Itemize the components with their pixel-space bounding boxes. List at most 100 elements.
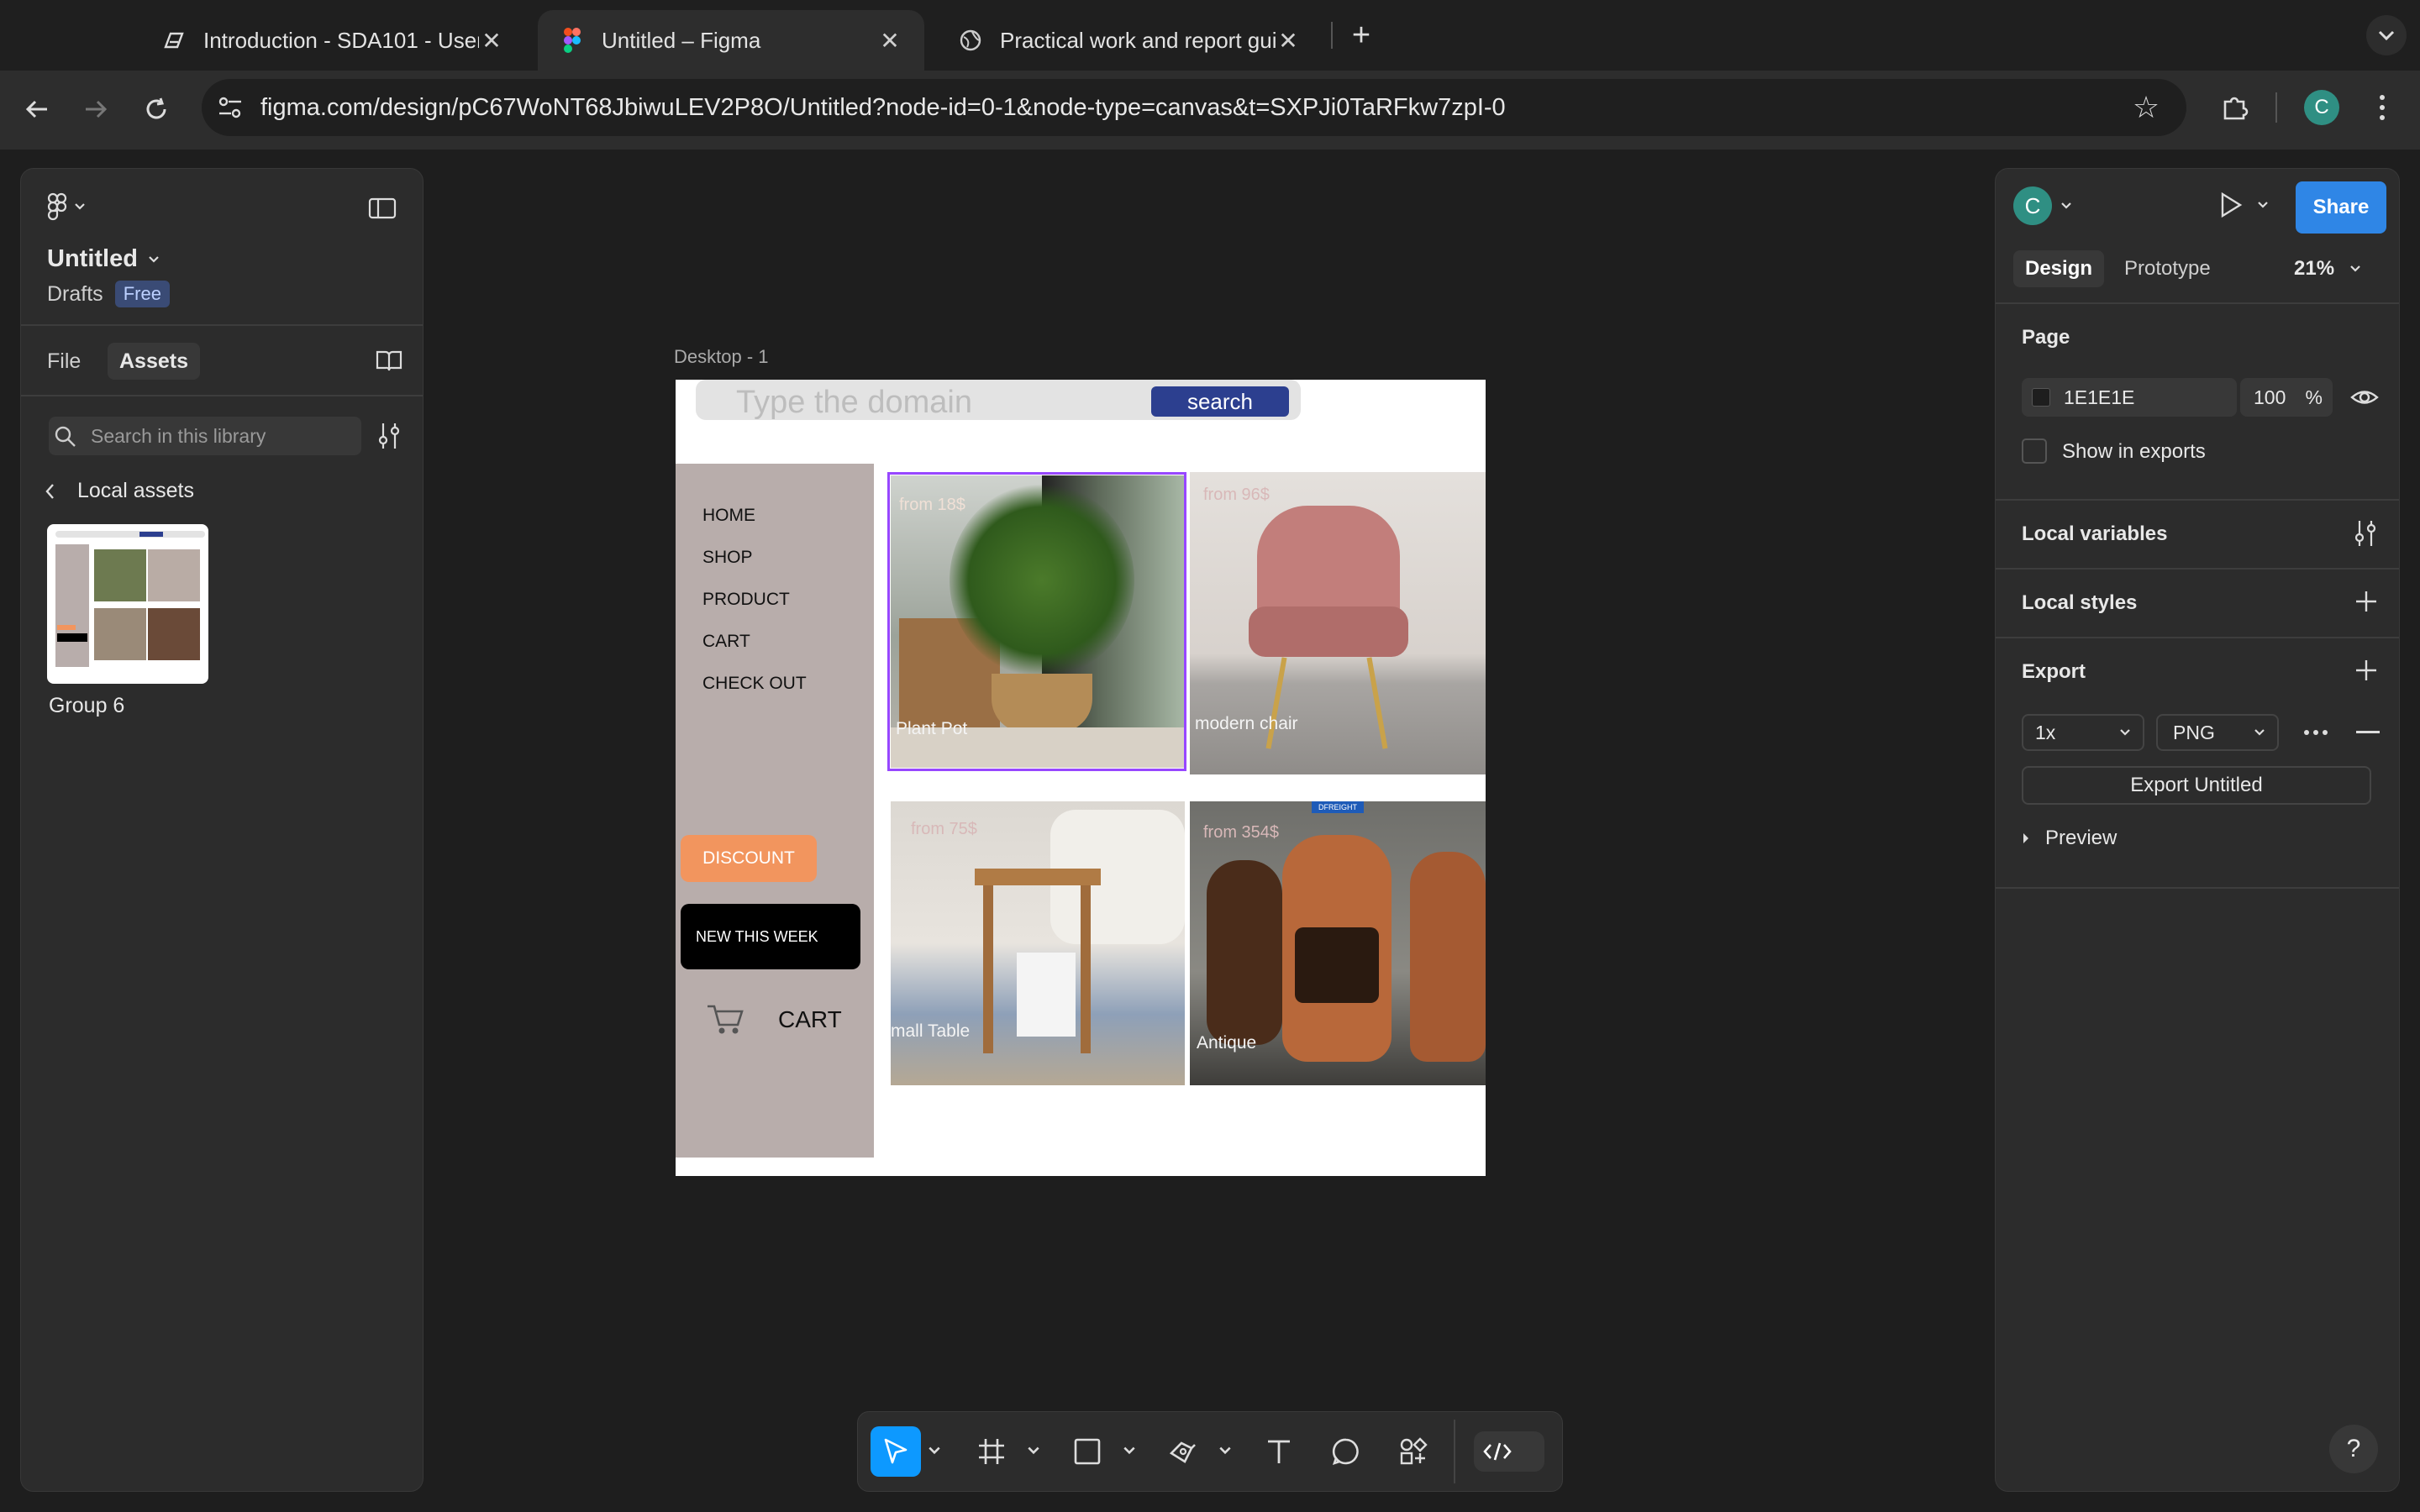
comment-tool[interactable] xyxy=(1321,1426,1371,1477)
frame-cart-label[interactable]: CART xyxy=(778,1006,842,1033)
chevron-right-icon xyxy=(2023,833,2028,843)
product-name: modern chair xyxy=(1195,714,1298,733)
pen-tool[interactable] xyxy=(1158,1426,1208,1477)
dev-mode-toggle[interactable] xyxy=(1474,1431,1544,1472)
product-price: from 96$ xyxy=(1203,486,1270,504)
tab-design[interactable]: Design xyxy=(2013,250,2105,287)
panel-divider xyxy=(21,395,423,396)
actions-tool[interactable] xyxy=(1388,1426,1439,1477)
toggle-sidebar-icon[interactable] xyxy=(368,197,397,220)
visibility-eye-icon[interactable] xyxy=(2349,385,2380,410)
browser-tab[interactable]: Introduction - SDA101 - User ✕ xyxy=(139,10,526,71)
product-card-antique[interactable]: DFREIGHT from 354$ Antique xyxy=(1190,801,1486,1085)
bottom-toolbar xyxy=(857,1411,1563,1492)
browser-tab[interactable]: Practical work and report guid ✕ xyxy=(936,10,1323,71)
asset-thumbnail[interactable] xyxy=(47,524,208,684)
tab-assets[interactable]: Assets xyxy=(108,343,200,380)
share-button[interactable]: Share xyxy=(2296,181,2386,234)
tab-file-label: File xyxy=(47,349,82,373)
frame-nav-cart[interactable]: CART xyxy=(702,632,750,652)
tab-title: Introduction - SDA101 - User xyxy=(203,27,479,53)
frame-new-week-button[interactable]: NEW THIS WEEK xyxy=(681,904,860,969)
frame-tool[interactable] xyxy=(966,1426,1017,1477)
chevron-down-icon[interactable] xyxy=(1123,1445,1136,1458)
remove-export-minus-icon[interactable] xyxy=(2356,731,2380,733)
browser-tab-active[interactable]: Untitled – Figma ✕ xyxy=(538,10,924,71)
product-price: from 18$ xyxy=(899,496,965,514)
panel-divider xyxy=(1996,499,2399,501)
export-scale-select[interactable]: 1x xyxy=(2022,714,2144,751)
export-button[interactable]: Export Untitled xyxy=(2022,766,2371,805)
back-arrow-icon[interactable] xyxy=(13,86,60,133)
close-tab-icon[interactable]: ✕ xyxy=(877,27,902,55)
product-card-plant[interactable]: from 18$ Plant Pot xyxy=(891,475,1185,768)
frame-nav-home[interactable]: HOME xyxy=(702,506,755,526)
chevron-down-icon[interactable] xyxy=(1218,1445,1232,1458)
browser-menu-icon[interactable] xyxy=(2370,87,2395,128)
page-color-field[interactable]: 1E1E1E xyxy=(2022,378,2237,417)
frame-nav-checkout[interactable]: CHECK OUT xyxy=(702,674,807,694)
help-button[interactable]: ? xyxy=(2329,1425,2378,1473)
code-brackets-icon xyxy=(1483,1442,1512,1461)
close-tab-icon[interactable]: ✕ xyxy=(1276,27,1301,55)
export-more-icon[interactable] xyxy=(2299,721,2333,744)
chevron-down-icon xyxy=(2258,202,2268,208)
zoom-menu[interactable]: 21% xyxy=(2294,250,2361,287)
multiplayer-avatar-menu[interactable]: C xyxy=(2013,186,2072,225)
asset-name: Group 6 xyxy=(49,694,125,717)
close-tab-icon[interactable]: ✕ xyxy=(479,27,504,55)
chevron-down-icon[interactable] xyxy=(1027,1445,1040,1458)
watermark-badge: DFREIGHT xyxy=(1312,801,1364,813)
filter-sliders-icon[interactable] xyxy=(376,422,402,450)
chevron-down-icon xyxy=(2254,729,2265,736)
page-opacity-field[interactable]: 100 % xyxy=(2240,378,2333,417)
new-tab-icon[interactable]: + xyxy=(1341,15,1381,55)
library-book-icon[interactable] xyxy=(375,348,403,373)
present-button[interactable] xyxy=(2218,192,2269,218)
add-export-plus-icon[interactable] xyxy=(2353,657,2380,684)
tab-title: Untitled – Figma xyxy=(602,27,761,53)
drafts-label[interactable]: Drafts xyxy=(47,282,103,307)
tab-separator xyxy=(1331,22,1333,49)
chevron-down-icon[interactable] xyxy=(928,1445,941,1458)
color-swatch[interactable] xyxy=(2032,388,2050,407)
local-assets-back[interactable]: Local assets xyxy=(44,479,194,503)
tab-prototype[interactable]: Prototype xyxy=(2124,250,2211,287)
shape-tool[interactable] xyxy=(1062,1426,1113,1477)
toolbar-separator xyxy=(2275,92,2277,123)
frame-search-button[interactable]: search xyxy=(1151,386,1289,417)
tab-file[interactable]: File xyxy=(37,344,91,378)
library-search-input[interactable]: Search in this library xyxy=(49,417,361,455)
site-settings-icon[interactable] xyxy=(215,92,245,123)
desktop-frame[interactable]: Type the domain search HOME SHOP PRODUCT… xyxy=(676,380,1486,1176)
file-name-menu[interactable]: Untitled xyxy=(47,245,160,273)
product-card-chair[interactable]: from 96$ modern chair xyxy=(1190,472,1486,774)
extensions-puzzle-icon[interactable] xyxy=(2215,87,2255,128)
product-name: Plant Pot xyxy=(896,719,968,738)
product-card-table[interactable]: from 75$ mall Table xyxy=(891,801,1185,1085)
add-style-plus-icon[interactable] xyxy=(2353,588,2380,615)
tab-search-chevron-icon[interactable] xyxy=(2366,15,2407,55)
bookmark-star-icon[interactable]: ☆ xyxy=(2128,89,2165,126)
show-in-exports-checkbox[interactable] xyxy=(2022,438,2047,464)
figma-main-menu[interactable] xyxy=(47,192,97,222)
frame-nav-shop[interactable]: SHOP xyxy=(702,548,753,568)
local-variables-sliders-icon[interactable] xyxy=(2353,519,2378,548)
export-heading: Export xyxy=(2022,660,2086,683)
text-tool[interactable] xyxy=(1254,1426,1304,1477)
address-bar[interactable]: figma.com/design/pC67WoNT68JbiwuLEV2P8O/… xyxy=(202,79,2186,136)
export-format-select[interactable]: PNG xyxy=(2156,714,2279,751)
zoom-value: 21% xyxy=(2294,257,2335,280)
product-name: mall Table xyxy=(891,1021,971,1041)
frame-discount-button[interactable]: DISCOUNT xyxy=(681,835,817,882)
export-preview-toggle[interactable]: Preview xyxy=(2022,827,2117,850)
frame-nav-product[interactable]: PRODUCT xyxy=(702,590,790,610)
move-tool[interactable] xyxy=(871,1426,921,1477)
local-assets-label: Local assets xyxy=(77,479,194,502)
profile-avatar[interactable]: C xyxy=(2304,90,2339,125)
local-variables-label: Local variables xyxy=(2022,522,2168,545)
frame-label[interactable]: Desktop - 1 xyxy=(674,346,769,368)
reload-icon[interactable] xyxy=(133,86,180,133)
forward-arrow-icon[interactable] xyxy=(72,86,119,133)
panel-divider xyxy=(1996,568,2399,570)
